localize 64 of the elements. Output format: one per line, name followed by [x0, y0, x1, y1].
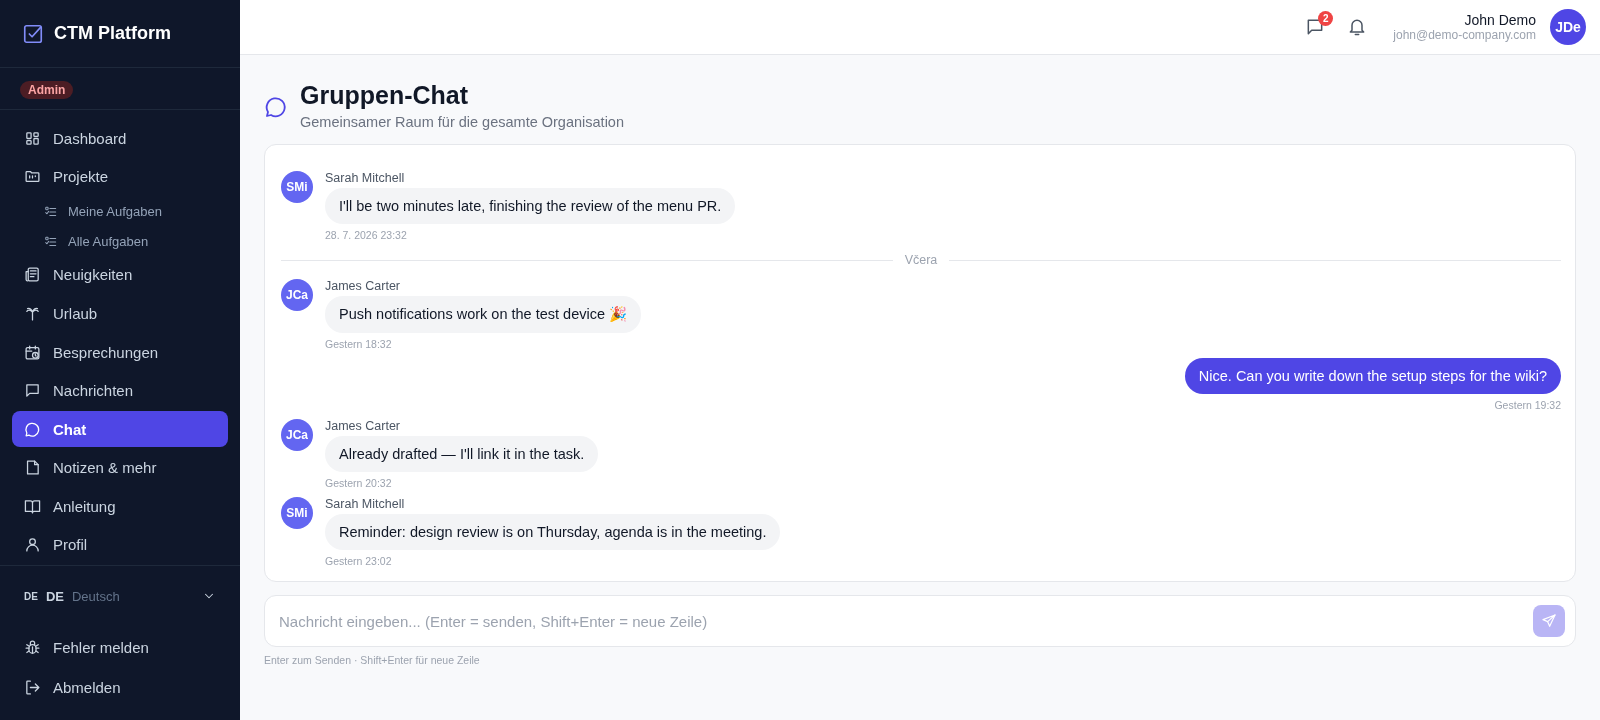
sender-avatar: SMi: [281, 497, 313, 529]
nav-item[interactable]: Projekte: [12, 158, 228, 196]
language-selector[interactable]: DE DE Deutsch: [12, 576, 228, 616]
user-email: john@demo-company.com: [1393, 28, 1536, 42]
language-code: DE: [24, 590, 38, 602]
message-time: Gestern 23:02: [325, 555, 392, 567]
calendar-clock-icon: [24, 343, 41, 361]
message-bubble: Push notifications work on the test device 🎉: [325, 296, 641, 333]
sender-avatar: JCa: [281, 279, 313, 311]
message-composer[interactable]: Nachricht eingeben... (Enter = senden, Shift+Enter = neue Zeile): [264, 595, 1576, 647]
sender-avatar: SMi: [281, 171, 313, 203]
subnav-item[interactable]: Meine Aufgaben: [12, 197, 228, 227]
chat-bubble-icon: [264, 95, 288, 119]
role-badge: Admin: [20, 81, 74, 99]
footer-link[interactable]: Fehler melden: [12, 628, 228, 666]
message-bubble: Nice. Can you write down the setup steps for the wiki?: [1184, 358, 1561, 394]
message-bubble: Already drafted — I'll link it in the task.: [325, 436, 599, 472]
page-subtitle: Gemeinsamer Raum für die gesamte Organisation: [300, 114, 624, 130]
user-icon: [24, 536, 41, 554]
checklist-icon: [44, 234, 58, 249]
input-hint: Enter zum Senden · Shift+Enter für neue Zeile: [264, 654, 481, 666]
palm-tree-icon: [24, 305, 41, 322]
newspaper-icon: [24, 266, 41, 284]
logout-icon: [24, 678, 41, 696]
brand-name: CTM Platform: [54, 23, 171, 44]
sender-name: James Carter: [325, 419, 401, 433]
nav-item[interactable]: Profil: [12, 526, 228, 563]
unread-badge: 2: [1318, 11, 1334, 26]
language-short: DE: [45, 588, 64, 604]
sender-name: Sarah Mitchell: [325, 497, 405, 511]
checklist-icon: [44, 204, 58, 219]
message-bubble: Reminder: design review is on Thursday, agenda is in the meeting.: [325, 514, 781, 550]
nav-item[interactable]: Notizen & mehr: [12, 449, 228, 486]
nav-item[interactable]: Dashboard: [12, 120, 228, 157]
subnav-item[interactable]: Alle Aufgaben: [12, 226, 228, 257]
user-name: John Demo: [1464, 12, 1536, 28]
nav-item[interactable]: Urlaub: [12, 295, 228, 332]
note-icon: [24, 459, 41, 477]
sender-avatar: JCa: [281, 419, 313, 451]
language-name: Deutsch: [71, 588, 121, 604]
message-bubble: I'll be two minutes late, finishing the review of the menu PR.: [325, 188, 736, 224]
checkbox-icon: [22, 22, 44, 45]
sender-name: Sarah Mitchell: [325, 171, 405, 185]
grid-icon: [24, 129, 41, 147]
send-icon: [1541, 613, 1557, 629]
message-time: Gestern 20:32: [325, 477, 392, 489]
nav-item[interactable]: Neuigkeiten: [12, 256, 228, 294]
user-avatar[interactable]: JDe: [1550, 9, 1586, 45]
day-separator: Včera: [904, 253, 938, 267]
message-input[interactable]: Nachricht eingeben... (Enter = senden, Shift+Enter = neue Zeile): [277, 611, 1533, 631]
nav-item[interactable]: Chat: [12, 410, 228, 448]
message-time: 28. 7. 2026 23:32: [325, 229, 407, 241]
nav-item[interactable]: Nachrichten: [12, 372, 228, 409]
footer-link[interactable]: Abmelden: [12, 668, 228, 706]
book-icon: [24, 497, 41, 515]
message-time: Gestern 18:32: [325, 338, 392, 350]
sender-name: James Carter: [325, 279, 401, 293]
chat-bubble-icon: [24, 420, 41, 438]
nav-item[interactable]: Anleitung: [12, 487, 228, 525]
message-time: Gestern 19:32: [1494, 399, 1561, 411]
nav-item[interactable]: Besprechungen: [12, 333, 228, 371]
message-icon: [24, 382, 41, 400]
page-title: Gruppen-Chat: [300, 81, 470, 110]
bug-icon: [24, 638, 41, 656]
